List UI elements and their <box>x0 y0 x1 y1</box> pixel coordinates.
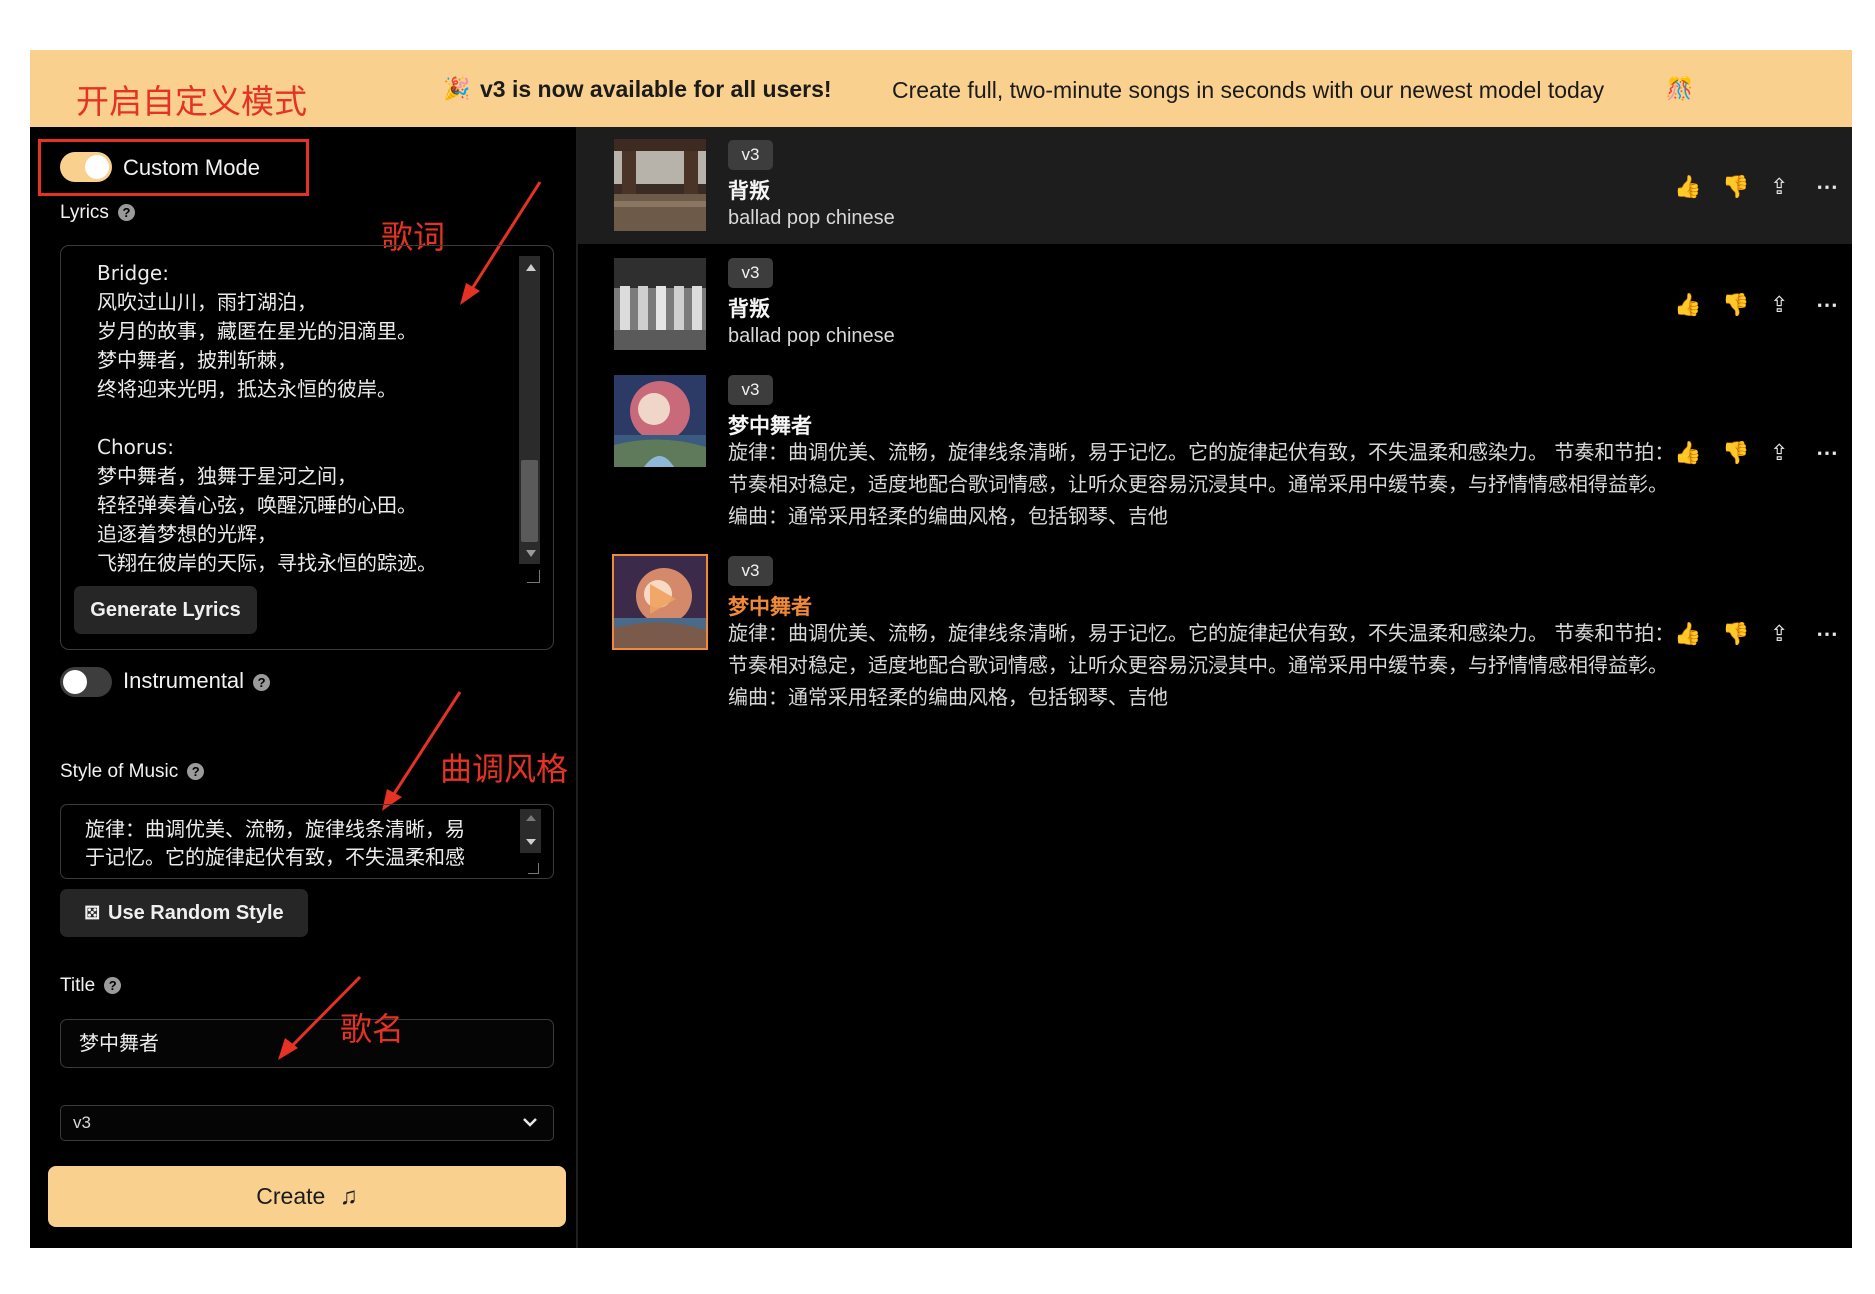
song-title[interactable]: 背叛 <box>728 293 770 323</box>
instrumental-label: Instrumental <box>123 668 245 693</box>
use-random-style-button[interactable]: ⚄ Use Random Style <box>60 889 308 937</box>
thumbs-up-icon[interactable]: 👍 <box>1674 174 1701 200</box>
style-label-row: Style of Music? <box>60 761 205 783</box>
party-popper-icon: 🎉 <box>443 76 471 101</box>
resize-handle[interactable] <box>528 863 539 874</box>
song-style: 旋律：曲调优美、流畅，旋律线条清晰，易于记忆。它的旋律起伏有致，不失温柔和感染力… <box>728 440 1675 528</box>
version-badge: v3 <box>728 258 773 288</box>
instrumental-label-row: Instrumental? <box>123 668 271 694</box>
thumbs-up-icon[interactable]: 👍 <box>1674 621 1701 647</box>
style-label: Style of Music <box>60 761 179 782</box>
song-cover-image[interactable] <box>614 258 706 350</box>
generate-lyrics-button[interactable]: Generate Lyrics <box>74 586 257 634</box>
help-icon[interactable]: ? <box>117 204 135 222</box>
lyrics-label: Lyrics <box>60 202 109 223</box>
annotation-arrow-icon <box>278 975 362 1060</box>
thumbs-down-icon[interactable]: 👎 <box>1722 621 1749 647</box>
custom-mode-toggle[interactable] <box>60 152 112 182</box>
scrollbar-thumb[interactable] <box>521 460 538 542</box>
help-icon[interactable]: ? <box>187 763 205 781</box>
song-style: 旋律：曲调优美、流畅，旋律线条清晰，易于记忆。它的旋律起伏有致，不失温柔和感染力… <box>728 621 1675 709</box>
random-style-label: Use Random Style <box>108 902 284 924</box>
share-icon[interactable]: ⇪ <box>1770 621 1788 647</box>
lyrics-scrollbar[interactable] <box>519 256 540 564</box>
thumbs-up-icon[interactable]: 👍 <box>1674 292 1701 318</box>
create-label: Create <box>256 1183 326 1209</box>
style-scrollbar[interactable] <box>520 809 541 853</box>
banner-headline: v3 is now available for all users! <box>480 76 832 102</box>
banner-description: Create full, two-minute songs in seconds… <box>892 77 1605 103</box>
song-row[interactable]: v3 梦中舞者 旋律：曲调优美、流畅，旋律线条清晰，易于记忆。它的旋律起伏有致，… <box>578 361 1852 536</box>
share-icon[interactable]: ⇪ <box>1770 440 1788 466</box>
style-textarea[interactable]: 旋律：曲调优美、流畅，旋律线条清晰，易于记忆。它的旋律起伏有致，不失温柔和感 <box>60 804 554 879</box>
song-title[interactable]: 背叛 <box>728 175 770 205</box>
song-row[interactable]: v3 梦中舞者 旋律：曲调优美、流畅，旋律线条清晰，易于记忆。它的旋律起伏有致，… <box>578 544 1852 719</box>
dice-icon: ⚄ <box>84 903 101 923</box>
music-note-icon: ♫ <box>339 1183 358 1210</box>
song-actions: 👍 👎 ⇪ ⋯ <box>1674 292 1838 318</box>
instrumental-toggle[interactable] <box>60 667 112 697</box>
more-icon[interactable]: ⋯ <box>1816 174 1838 200</box>
song-actions: 👍 👎 ⇪ ⋯ <box>1674 440 1838 466</box>
create-form-panel: Custom Mode Lyrics? 歌词 Bridge: 风吹过山川，雨打湖… <box>30 127 578 1248</box>
style-text[interactable]: 旋律：曲调优美、流畅，旋律线条清晰，易于记忆。它的旋律起伏有致，不失温柔和感 <box>85 815 480 871</box>
thumbs-down-icon[interactable]: 👎 <box>1722 440 1749 466</box>
title-label-row: Title? <box>60 975 122 997</box>
thumbs-up-icon[interactable]: 👍 <box>1674 440 1701 466</box>
create-button[interactable]: Create ♫ <box>48 1166 566 1227</box>
thumbs-down-icon[interactable]: 👎 <box>1722 292 1749 318</box>
song-cover-image[interactable] <box>612 554 708 650</box>
chevron-down-icon <box>523 1118 537 1127</box>
model-version-value: v3 <box>73 1113 91 1132</box>
song-row[interactable]: v3 背叛 ballad pop chinese 👍 👎 ⇪ ⋯ <box>578 244 1852 361</box>
song-row[interactable]: v3 背叛 ballad pop chinese 👍 👎 ⇪ ⋯ <box>578 127 1852 244</box>
title-label: Title <box>60 975 96 996</box>
version-badge: v3 <box>728 375 773 405</box>
song-cover-image[interactable] <box>614 139 706 231</box>
custom-mode-label: Custom Mode <box>123 155 260 180</box>
version-badge: v3 <box>728 140 773 170</box>
confetti-icon: 🎊 <box>1666 76 1694 101</box>
version-badge: v3 <box>728 556 773 586</box>
help-icon[interactable]: ? <box>104 977 122 995</box>
share-icon[interactable]: ⇪ <box>1770 174 1788 200</box>
lyrics-textarea[interactable]: Bridge: 风吹过山川，雨打湖泊， 岁月的故事，藏匿在星光的泪滴里。 梦中舞… <box>60 245 554 650</box>
thumbs-down-icon[interactable]: 👎 <box>1722 174 1749 200</box>
app-window: 开启自定义模式 🎉 v3 is now available for all us… <box>30 50 1852 1248</box>
announcement-banner: 开启自定义模式 🎉 v3 is now available for all us… <box>30 50 1852 127</box>
song-style: ballad pop chinese <box>728 207 895 229</box>
more-icon[interactable]: ⋯ <box>1816 440 1838 466</box>
lyrics-label-row: Lyrics? <box>60 202 135 224</box>
annotation-arrow-icon <box>382 691 462 811</box>
share-icon[interactable]: ⇪ <box>1770 292 1788 318</box>
song-cover-image[interactable] <box>614 375 706 467</box>
lyrics-text[interactable]: Bridge: 风吹过山川，雨打湖泊， 岁月的故事，藏匿在星光的泪滴里。 梦中舞… <box>97 259 497 589</box>
song-style: ballad pop chinese <box>728 325 895 347</box>
song-actions: 👍 👎 ⇪ ⋯ <box>1674 174 1838 200</box>
resize-handle[interactable] <box>527 570 540 583</box>
song-actions: 👍 👎 ⇪ ⋯ <box>1674 621 1838 647</box>
annotation-custom-mode: 开启自定义模式 <box>76 82 307 121</box>
more-icon[interactable]: ⋯ <box>1816 292 1838 318</box>
help-icon[interactable]: ? <box>253 673 271 691</box>
more-icon[interactable]: ⋯ <box>1816 621 1838 647</box>
model-version-select[interactable]: v3 <box>60 1105 554 1141</box>
